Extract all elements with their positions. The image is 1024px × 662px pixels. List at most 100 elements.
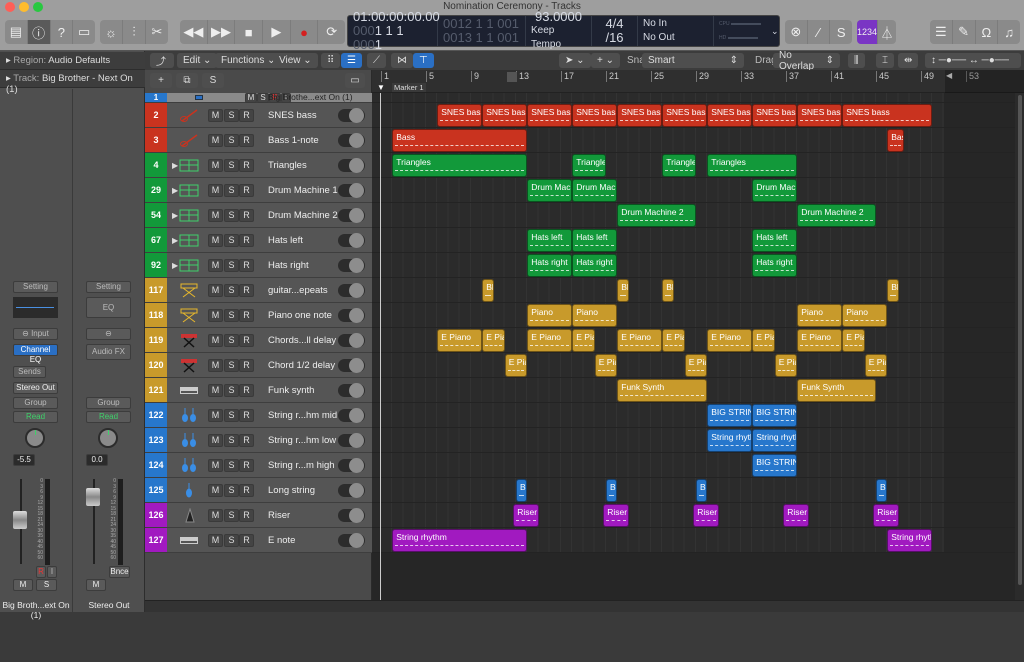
grid-view-icon[interactable]: ⠿ xyxy=(321,53,341,68)
region[interactable]: E Pia xyxy=(662,329,685,352)
track-name[interactable]: Hats right xyxy=(268,260,309,271)
tuner-icon[interactable]: ⁄ xyxy=(808,20,831,44)
region-inspector-header[interactable]: ▸ Region: Audio Defaults xyxy=(0,52,145,70)
solo-button[interactable]: S xyxy=(224,384,239,397)
track-name[interactable]: Riser xyxy=(268,510,290,521)
replace-icon[interactable]: ⊗ xyxy=(785,20,808,44)
region[interactable]: Triangles xyxy=(662,154,696,177)
global-solo-button[interactable]: S xyxy=(202,73,224,88)
region[interactable]: String rhythm xyxy=(392,529,528,552)
track-header[interactable]: 123 M S R String r...hm low xyxy=(145,428,372,453)
track-on-off-toggle[interactable] xyxy=(338,333,365,348)
track-header[interactable]: 117 M S Rguitar...epeats xyxy=(145,278,372,303)
setting-button[interactable]: Setting xyxy=(86,281,131,293)
record-enable-button[interactable]: R xyxy=(239,459,254,472)
list-view-icon[interactable]: ☰ xyxy=(341,53,362,68)
mute-button[interactable]: M xyxy=(208,209,223,222)
track-name[interactable]: Hats left xyxy=(268,235,303,246)
track-header[interactable]: 127 M S R E note xyxy=(145,528,372,553)
track-on-off-toggle[interactable] xyxy=(338,383,365,398)
mute-button[interactable]: M xyxy=(208,284,223,297)
region[interactable]: String rhyth xyxy=(887,529,933,552)
region[interactable]: String rhyth xyxy=(752,429,798,452)
region[interactable]: BIG STRING xyxy=(752,404,798,427)
add-track-button[interactable]: + xyxy=(150,73,172,88)
mute-button[interactable]: M xyxy=(208,134,223,147)
crosshair-tool-icon[interactable]: + ⌄ xyxy=(591,53,620,68)
region[interactable]: Bl xyxy=(887,279,899,302)
region[interactable]: Bl xyxy=(606,479,618,502)
region[interactable]: Hats left xyxy=(752,229,798,252)
solo-button[interactable]: S xyxy=(224,234,239,247)
track-header[interactable]: 121 M S R Funk synth xyxy=(145,378,372,403)
region[interactable]: Hats left xyxy=(572,229,618,252)
region[interactable]: String rhyth xyxy=(707,429,753,452)
solo-button[interactable]: S xyxy=(224,184,239,197)
region[interactable]: E Pia xyxy=(774,354,798,377)
track-name[interactable]: Bass 1-note xyxy=(268,135,319,146)
record-enable-button[interactable]: R xyxy=(239,259,254,272)
smart-controls-icon[interactable]: ☼ xyxy=(100,20,123,44)
track-name[interactable]: String r...m high xyxy=(268,460,335,471)
lcd-signature[interactable]: 4/4 /16 xyxy=(592,16,638,46)
region[interactable]: BIG STRING xyxy=(752,454,798,477)
back-arrow-icon[interactable]: ⤴ xyxy=(150,53,174,68)
mute-button[interactable]: M xyxy=(208,334,223,347)
metronome-icon[interactable]: ⏃ xyxy=(878,20,896,44)
record-enable-button[interactable]: R xyxy=(239,334,254,347)
waveform-zoom-icon[interactable]: ⫼ xyxy=(848,53,865,68)
mute-button[interactable]: M xyxy=(208,409,223,422)
region[interactable]: E Piano xyxy=(617,329,663,352)
region[interactable]: Triangles xyxy=(572,154,606,177)
edit-menu[interactable]: Edit ⌄ xyxy=(177,53,218,68)
lcd-tempo[interactable]: 93.0000 Keep Tempo xyxy=(526,10,592,50)
region[interactable]: Bl xyxy=(482,279,494,302)
mute-button[interactable]: M xyxy=(13,579,33,591)
track-list-options-icon[interactable]: ▭ xyxy=(345,73,365,88)
catch-playhead-icon[interactable]: ⊤ xyxy=(413,53,434,68)
vertical-scrollbar[interactable] xyxy=(1015,93,1024,600)
track-name[interactable]: Chords...ll delay xyxy=(268,335,336,346)
region[interactable]: Riser xyxy=(603,504,629,527)
region[interactable]: E Piano xyxy=(707,329,753,352)
group-button[interactable]: Group xyxy=(86,397,131,409)
record-icon[interactable]: ● xyxy=(291,20,319,44)
playhead[interactable] xyxy=(380,93,381,600)
fast-forward-icon[interactable]: ▶▶ xyxy=(208,20,236,44)
solo-button[interactable]: S xyxy=(224,459,239,472)
region[interactable]: Riser xyxy=(513,504,539,527)
track-header[interactable]: 119 M S R Chords...ll delay xyxy=(145,328,372,353)
automation-icon[interactable]: ⟋ xyxy=(367,53,386,68)
track-name[interactable]: Piano one note xyxy=(268,310,332,321)
record-enable-button[interactable]: R xyxy=(239,409,254,422)
eq-display[interactable] xyxy=(13,297,58,318)
region[interactable]: SNES bass xyxy=(707,104,753,127)
time-signature[interactable]: 4/4 xyxy=(605,17,623,31)
zoom-sliders[interactable]: ↕ ─●── ↔ ─●── xyxy=(925,53,1021,68)
record-enable-button[interactable]: R xyxy=(239,534,254,547)
track-header[interactable]: 3 M S R Bass 1-note xyxy=(145,128,372,153)
stop-icon[interactable]: ■ xyxy=(235,20,264,44)
track-header[interactable]: 125 M S R Long string xyxy=(145,478,372,503)
track-name[interactable]: Big Brothe...ext On (1) xyxy=(268,92,353,102)
region[interactable]: Bl xyxy=(876,479,888,502)
horizontal-scrollbar[interactable] xyxy=(145,600,1024,612)
record-enable-button[interactable]: R xyxy=(239,184,254,197)
track-on-off-toggle[interactable] xyxy=(338,158,365,173)
track-name[interactable]: guitar...epeats xyxy=(268,285,328,296)
channel-eq-plugin[interactable]: Channel EQ xyxy=(13,344,58,364)
track-on-off-toggle[interactable] xyxy=(338,483,365,498)
snap-select[interactable]: Smart ⇕ xyxy=(642,53,744,68)
region[interactable]: Bl xyxy=(516,479,528,502)
record-enable-button[interactable]: R xyxy=(239,159,254,172)
record-enable-button[interactable]: R xyxy=(36,566,46,578)
track-header[interactable]: 126 M S R Riser xyxy=(145,503,372,528)
region[interactable]: Triangles xyxy=(392,154,528,177)
track-header[interactable]: 29 ▶ M S R Drum Machine 1 xyxy=(145,178,372,203)
group-button[interactable]: Group xyxy=(13,397,58,409)
mute-button[interactable]: M xyxy=(208,309,223,322)
track-header[interactable]: 122 M S R String r...hm mid xyxy=(145,403,372,428)
region[interactable]: Hats right xyxy=(572,254,618,277)
track-name[interactable]: String r...hm mid xyxy=(268,410,337,421)
chevron-down-icon[interactable]: ⌄ xyxy=(768,16,779,46)
